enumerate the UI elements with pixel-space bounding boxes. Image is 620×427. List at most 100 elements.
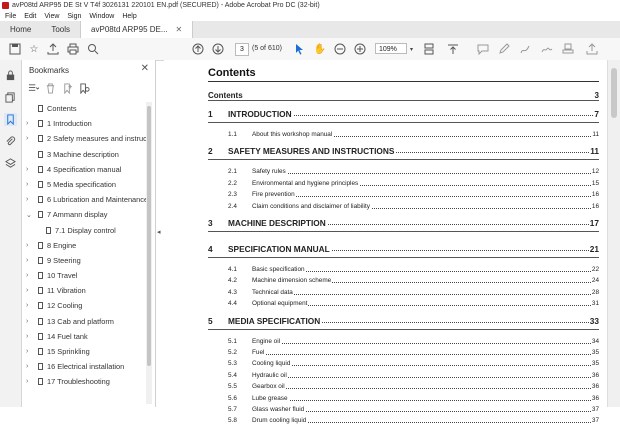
toc-section-row[interactable]: 4.2 Machine dimension scheme 24 (208, 277, 599, 287)
document-scrollbar[interactable] (607, 60, 620, 407)
chevron-right-icon[interactable]: › (26, 378, 28, 385)
attachments-icon[interactable] (4, 135, 17, 148)
chevron-right-icon[interactable]: › (26, 348, 28, 355)
menu-window[interactable]: Window (89, 13, 114, 20)
toc-chapter-row[interactable]: 3 MACHINE DESCRIPTION 17 (208, 218, 599, 232)
bookmark-scrollbar[interactable] (146, 102, 152, 404)
toc-section-row[interactable]: 2.3 Fire prevention 16 (208, 191, 599, 201)
bookmark-item[interactable]: › 15 Sprinkling (22, 345, 146, 360)
toc-section-row[interactable]: 2.1 Safety rules 12 (208, 168, 599, 178)
bookmark-item[interactable]: › 16 Electrical installation (22, 360, 146, 375)
chevron-right-icon[interactable]: › (26, 166, 28, 173)
bookmark-item[interactable]: › 12 Cooling (22, 299, 146, 314)
bookmark-scroll-thumb[interactable] (147, 106, 151, 366)
page-layout-icon[interactable] (422, 42, 436, 56)
menu-view[interactable]: View (44, 13, 59, 20)
upload-icon[interactable] (46, 42, 60, 56)
tab-home[interactable]: Home (0, 21, 41, 38)
toc-section-row[interactable]: 5.1 Engine oil 34 (208, 337, 599, 348)
toc-section-row[interactable]: 4.3 Technical data 28 (208, 288, 599, 299)
bookmark-item[interactable]: › 2 Safety measures and instructi (22, 132, 146, 147)
next-page-icon[interactable] (211, 42, 225, 56)
new-bookmark-icon[interactable] (61, 82, 74, 95)
bookmark-star-icon[interactable]: ☆ (27, 42, 41, 56)
lock-icon[interactable] (4, 69, 17, 82)
comment-icon[interactable] (476, 42, 490, 56)
toc-chapter-row[interactable]: 5 MEDIA SPECIFICATION 33 (208, 315, 599, 330)
search-icon[interactable] (86, 42, 100, 56)
chevron-right-icon[interactable]: › (26, 302, 28, 309)
chevron-right-icon[interactable]: › (26, 181, 28, 188)
toc-section-row[interactable]: 2.2 Environmental and hygiene principles 1… (208, 179, 599, 190)
toc-contents-row[interactable]: Contents 3 (208, 91, 599, 100)
delete-bookmark-icon[interactable] (44, 82, 57, 95)
bookmark-item[interactable]: › 1 Introduction (22, 117, 146, 132)
menu-edit[interactable]: Edit (24, 13, 36, 20)
close-tab-icon[interactable]: ✕ (176, 21, 183, 38)
chevron-right-icon[interactable]: › (26, 272, 28, 279)
menu-file[interactable]: File (5, 13, 16, 20)
hand-tool-icon[interactable]: ✋ (313, 42, 327, 56)
toc-section-row[interactable]: 5.7 Glass washer fluid 37 (208, 406, 599, 416)
bookmark-options-icon[interactable] (27, 82, 40, 95)
toc-section-row[interactable]: 1.1 About this workshop manual 11 (208, 131, 599, 141)
bookmark-item[interactable]: › 6 Lubrication and Maintenance (22, 193, 146, 208)
toc-section-row[interactable]: 5.8 Drum cooling liquid 37 (208, 417, 599, 427)
find-bookmark-icon[interactable] (78, 82, 91, 95)
bookmark-item[interactable]: › 11 Vibration (22, 284, 146, 299)
chevron-right-icon[interactable]: › (26, 363, 28, 370)
toc-section-row[interactable]: 5.2 Fuel 35 (208, 349, 599, 359)
bookmarks-panel-icon[interactable] (4, 113, 17, 126)
tab-document[interactable]: avP08td ARP95 DE... ✕ (80, 21, 194, 38)
bookmark-item[interactable]: › 14 Fuel tank (22, 330, 146, 345)
chevron-down-icon[interactable]: ⌄ (26, 211, 32, 219)
previous-page-icon[interactable] (191, 42, 205, 56)
menu-help[interactable]: Help (122, 13, 136, 20)
toc-chapter-row[interactable]: 2 SAFETY MEASURES AND INSTRUCTIONS 11 (208, 146, 599, 161)
bookmark-item[interactable]: ⌄ 7 Ammann display (22, 208, 146, 223)
page-number-input[interactable]: 3 (235, 43, 249, 56)
chevron-right-icon[interactable]: › (26, 333, 28, 340)
share-icon[interactable] (585, 42, 599, 56)
toc-section-row[interactable]: 2.4 Claim conditions and disclaimer of li… (208, 202, 599, 213)
toc-chapter-row[interactable]: 4 SPECIFICATION MANUAL 21 (208, 244, 599, 258)
zoom-in-icon[interactable] (353, 42, 367, 56)
toc-section-row[interactable]: 4.4 Optional equipment 31 (208, 300, 599, 310)
highlight-pen-icon[interactable] (497, 42, 511, 56)
sign-icon[interactable] (540, 42, 554, 56)
stamp-icon[interactable] (561, 42, 575, 56)
close-panel-icon[interactable]: ✕ (141, 63, 149, 74)
page-thumbnails-icon[interactable] (4, 91, 17, 104)
bookmark-item[interactable]: › 13 Cab and platform (22, 315, 146, 330)
chevron-right-icon[interactable]: › (26, 287, 28, 294)
zoom-out-icon[interactable] (333, 42, 347, 56)
bookmark-item[interactable]: › 8 Engine (22, 239, 146, 254)
bookmark-item[interactable]: Contents (22, 102, 146, 117)
toc-section-row[interactable]: 4.1 Basic specification 22 (208, 266, 599, 276)
bookmark-item[interactable]: 3 Machine description (22, 148, 146, 163)
chevron-right-icon[interactable]: › (26, 196, 28, 203)
tab-tools[interactable]: Tools (41, 21, 80, 38)
bookmark-item[interactable]: › 9 Steering (22, 254, 146, 269)
zoom-level-field[interactable]: 109% (375, 43, 407, 54)
bookmark-item[interactable]: › 10 Travel (22, 269, 146, 284)
chevron-right-icon[interactable]: › (26, 318, 28, 325)
bookmark-item[interactable]: › 17 Troubleshooting (22, 375, 146, 390)
toc-section-row[interactable]: 5.4 Hydraulic oil 36 (208, 371, 599, 382)
toc-chapter-row[interactable]: 1 INTRODUCTION 7 (208, 109, 599, 123)
chevron-right-icon[interactable]: › (26, 242, 28, 249)
chevron-right-icon[interactable]: › (26, 135, 28, 142)
zoom-dropdown-icon[interactable]: ▾ (410, 46, 413, 53)
save-icon[interactable] (8, 42, 22, 56)
scroll-mode-icon[interactable] (446, 42, 460, 56)
toc-section-row[interactable]: 5.6 Lube grease 36 (208, 394, 599, 405)
collapse-panel-icon[interactable]: ◂ (157, 228, 161, 236)
toc-section-row[interactable]: 5.3 Cooling liquid 35 (208, 360, 599, 370)
bookmark-item[interactable]: › 4 Specification manual (22, 163, 146, 178)
select-cursor-icon[interactable] (293, 42, 307, 56)
toc-section-row[interactable]: 5.5 Gearbox oil 36 (208, 383, 599, 393)
draw-icon[interactable] (518, 42, 532, 56)
bookmark-item[interactable]: 7.1 Display control (22, 224, 146, 239)
layers-icon[interactable] (4, 157, 17, 170)
print-icon[interactable] (66, 42, 80, 56)
